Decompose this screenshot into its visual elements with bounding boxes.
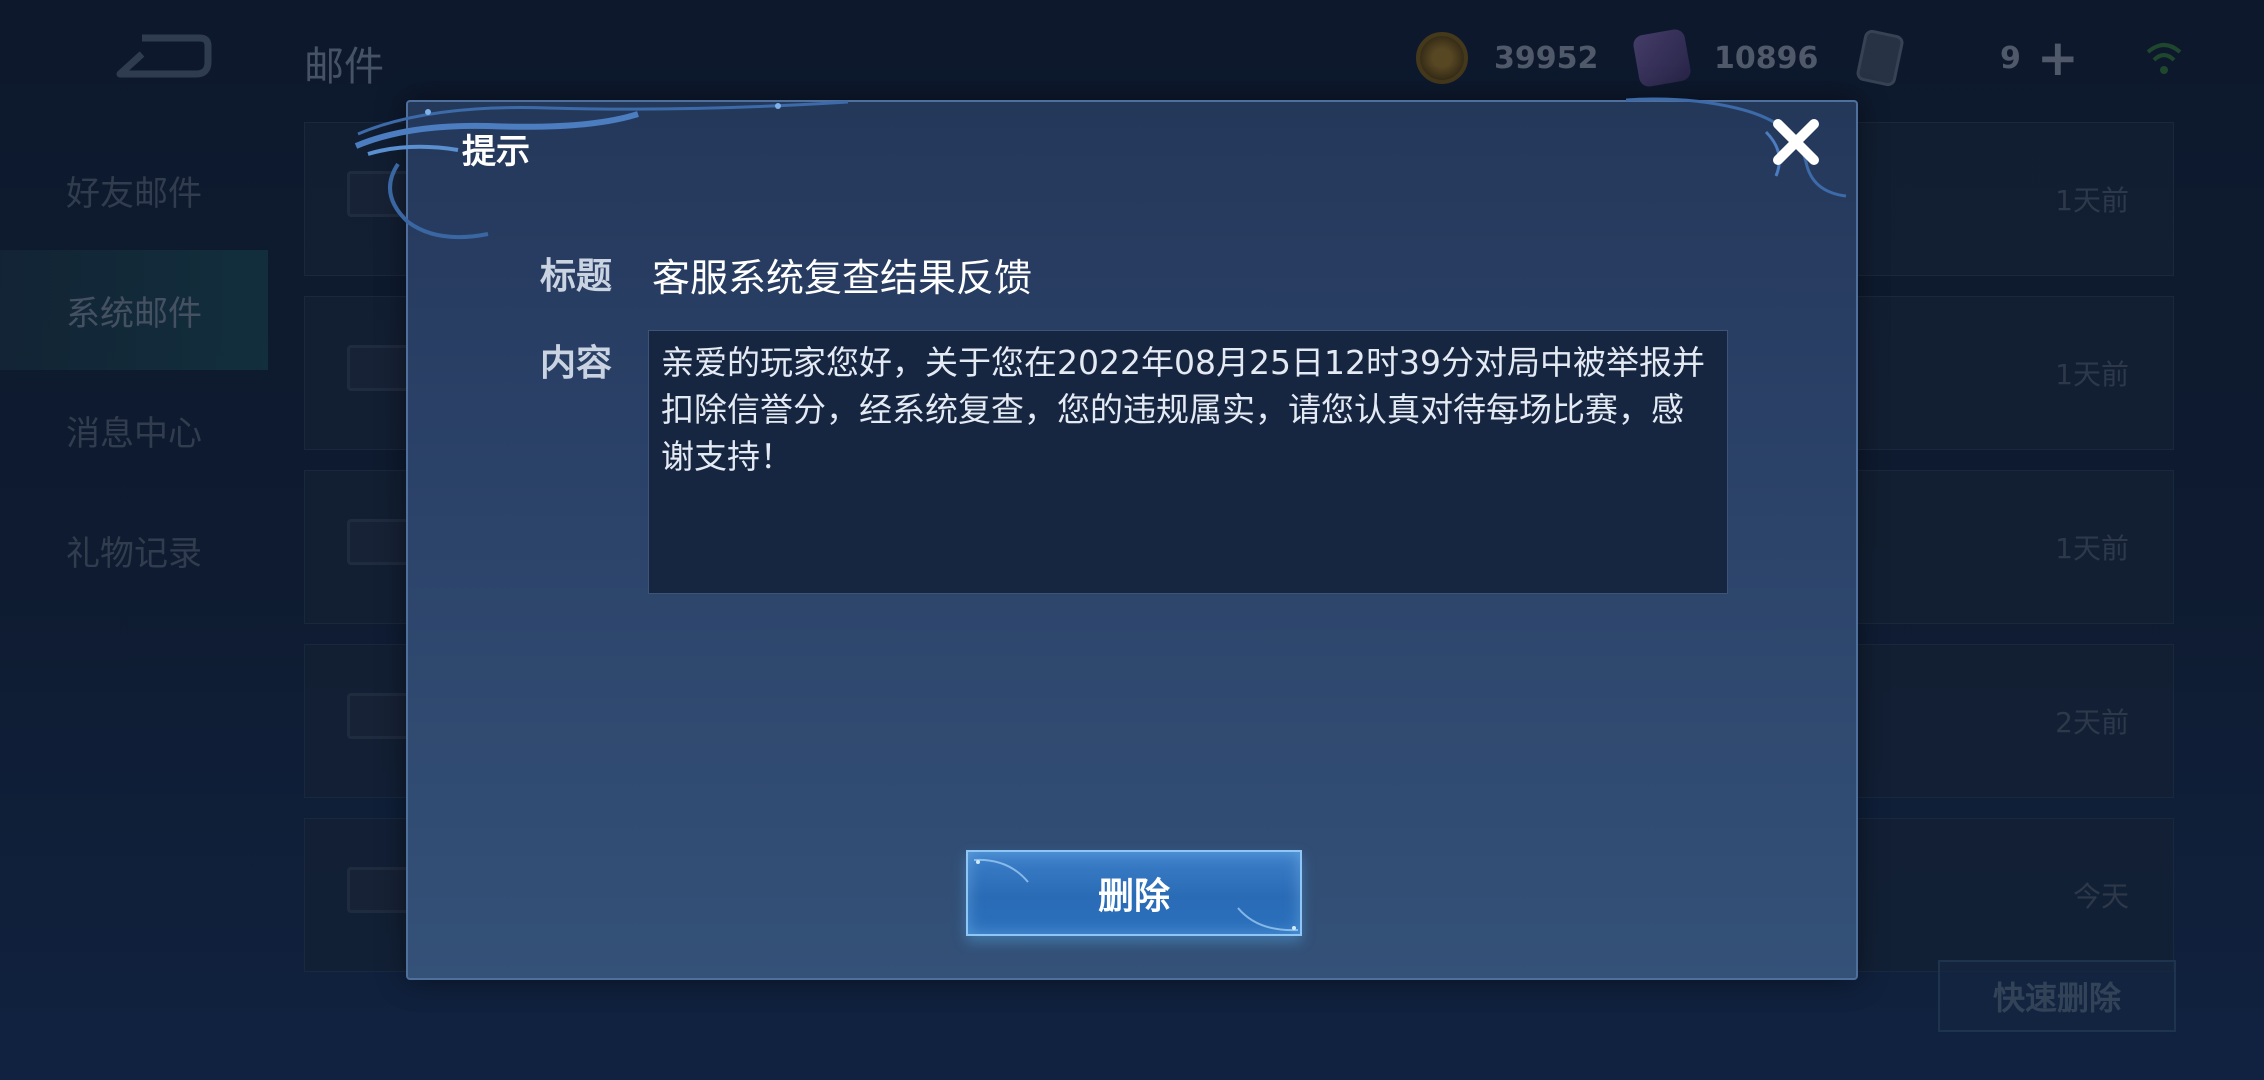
dialog-title: 提示 (462, 132, 530, 172)
mail-detail-dialog: 提示 标题 客服系统复查结果反馈 内容 亲爱的玩家您好，关于您在2022年08月… (354, 97, 1858, 980)
content-label: 内容 (540, 343, 613, 384)
mail-subject: 客服系统复查结果反馈 (652, 256, 1033, 300)
dialog-ornament-left (354, 100, 849, 240)
delete-button[interactable]: 删除 (966, 850, 1302, 936)
delete-button-label: 删除 (1097, 876, 1170, 917)
mail-content[interactable]: 亲爱的玩家您好，关于您在2022年08月25日12时39分对局中被举报并扣除信誉… (648, 330, 1728, 594)
subject-label: 标题 (540, 256, 613, 297)
close-icon[interactable] (1766, 112, 1826, 172)
dialog-ornament-right (1626, 97, 1847, 198)
